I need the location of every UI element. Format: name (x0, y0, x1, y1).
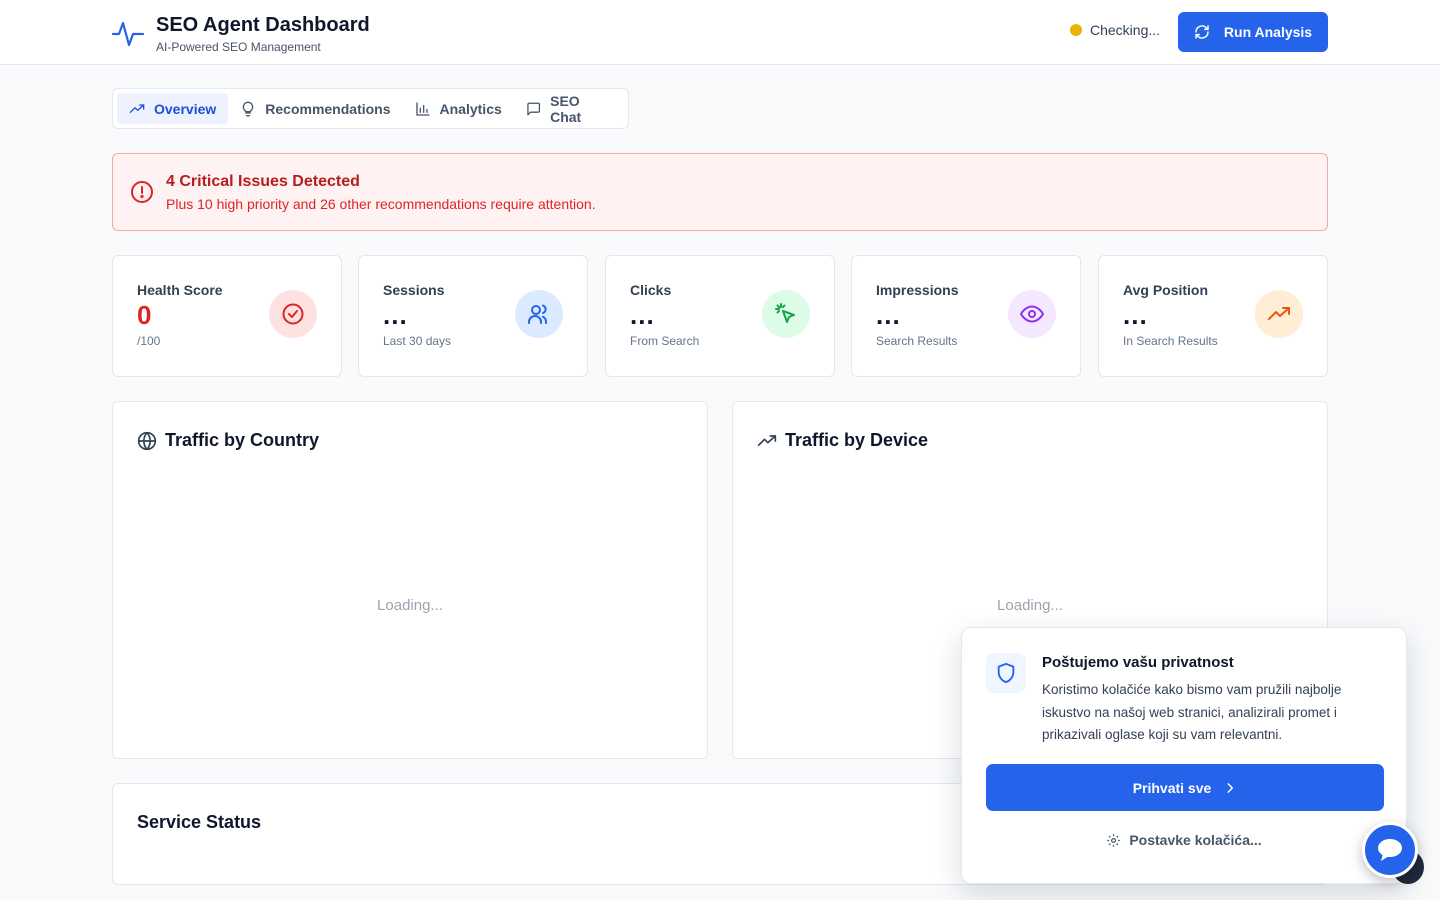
tab-recommendations[interactable]: Recommendations (228, 93, 402, 124)
card-sub: Search Results (876, 334, 958, 348)
impressions-card: Impressions ... Search Results (851, 255, 1081, 377)
status-dot-icon (1070, 24, 1082, 36)
tab-seo-chat-label: SEO Chat (550, 92, 582, 125)
clicks-card: Clicks ... From Search (605, 255, 835, 377)
card-label: Clicks (630, 282, 672, 298)
traffic-by-country-panel: Traffic by Country Loading... (112, 401, 708, 759)
lightbulb-icon (243, 101, 254, 116)
card-label: Avg Position (1123, 282, 1209, 298)
critical-issues-alert: 4 Critical Issues Detected Plus 10 high … (112, 153, 1328, 231)
refresh-icon (1195, 25, 1209, 39)
impressions-value: ... (876, 300, 901, 330)
main-tabs: Overview Recommendations Analytics SEO C… (112, 88, 629, 129)
traffic-country-title: Traffic by Country (165, 430, 320, 450)
chevron-right-icon (1227, 782, 1234, 793)
card-sub: /100 (137, 334, 161, 348)
users-icon (515, 290, 563, 338)
tab-overview[interactable]: Overview (117, 93, 229, 124)
tab-analytics[interactable]: Analytics (403, 93, 514, 124)
brand: SEO Agent Dashboard AI-Powered SEO Manag… (112, 13, 370, 54)
tab-analytics-label: Analytics (439, 100, 502, 117)
tab-recommendations-label: Recommendations (265, 100, 391, 117)
cookie-text: Koristimo kolačiće kako bismo vam pružil… (1042, 682, 1342, 742)
connection-status: Checking... (1070, 22, 1160, 38)
service-status-title: Service Status (137, 812, 262, 832)
alert-circle-icon (131, 181, 153, 203)
trending-up-icon (129, 103, 145, 113)
card-sub: Last 30 days (383, 334, 452, 348)
cookie-settings-label: Postavke kolačića... (1129, 832, 1262, 848)
bar-chart-icon (415, 101, 430, 116)
sessions-value: ... (383, 300, 408, 330)
cookie-title: Poštujemo vašu privatnost (1042, 654, 1234, 671)
trending-up-icon (1255, 290, 1303, 338)
tab-overview-label: Overview (154, 100, 217, 117)
shield-icon (986, 653, 1026, 693)
health-score-card: Health Score 0 /100 (112, 255, 342, 377)
loading-text: Loading... (377, 597, 443, 614)
panel-title: Traffic by Device (757, 430, 928, 451)
health-score-value: 0 (137, 300, 153, 330)
accept-all-label: Prihvati sve (1132, 779, 1212, 796)
traffic-device-title: Traffic by Device (785, 430, 929, 450)
clicks-value: ... (630, 300, 655, 330)
avg-position-value: ... (1123, 300, 1148, 330)
top-header: SEO Agent Dashboard AI-Powered SEO Manag… (0, 0, 1440, 65)
cookie-settings-link[interactable]: Postavke kolačića... (962, 832, 1406, 848)
card-sub: From Search (630, 334, 700, 348)
card-label: Health Score (137, 282, 223, 298)
cookie-consent-popup: Poštujemo vašu privatnost Koristimo kola… (961, 627, 1407, 884)
panel-title: Traffic by Country (137, 430, 319, 451)
cursor-click-icon (762, 290, 810, 338)
run-analysis-label: Run Analysis (1223, 24, 1313, 40)
trending-up-icon (757, 434, 777, 446)
message-square-icon (527, 102, 540, 115)
eye-icon (1008, 290, 1056, 338)
card-sub: In Search Results (1123, 334, 1218, 348)
accept-all-button[interactable]: Prihvati sve (986, 764, 1384, 811)
check-circle-icon (269, 290, 317, 338)
tab-seo-chat[interactable]: SEO Chat (514, 92, 624, 125)
alert-text: Plus 10 high priority and 26 other recom… (166, 196, 596, 212)
activity-pulse-icon (112, 21, 144, 47)
avg-position-card: Avg Position ... In Search Results (1098, 255, 1328, 377)
app-subtitle: AI-Powered SEO Management (156, 40, 321, 54)
card-label: Impressions (876, 282, 959, 298)
sessions-card: Sessions ... Last 30 days (358, 255, 588, 377)
chat-bubble-icon (1378, 839, 1402, 861)
loading-text: Loading... (997, 597, 1063, 614)
card-label: Sessions (383, 282, 445, 298)
status-text: Checking... (1090, 22, 1161, 38)
app-title: SEO Agent Dashboard (156, 14, 370, 36)
alert-title: 4 Critical Issues Detected (166, 173, 360, 190)
chat-widget-button[interactable] (1362, 822, 1418, 878)
run-analysis-button[interactable]: Run Analysis (1178, 12, 1328, 52)
globe-icon (137, 431, 157, 450)
gear-icon (1107, 833, 1121, 847)
